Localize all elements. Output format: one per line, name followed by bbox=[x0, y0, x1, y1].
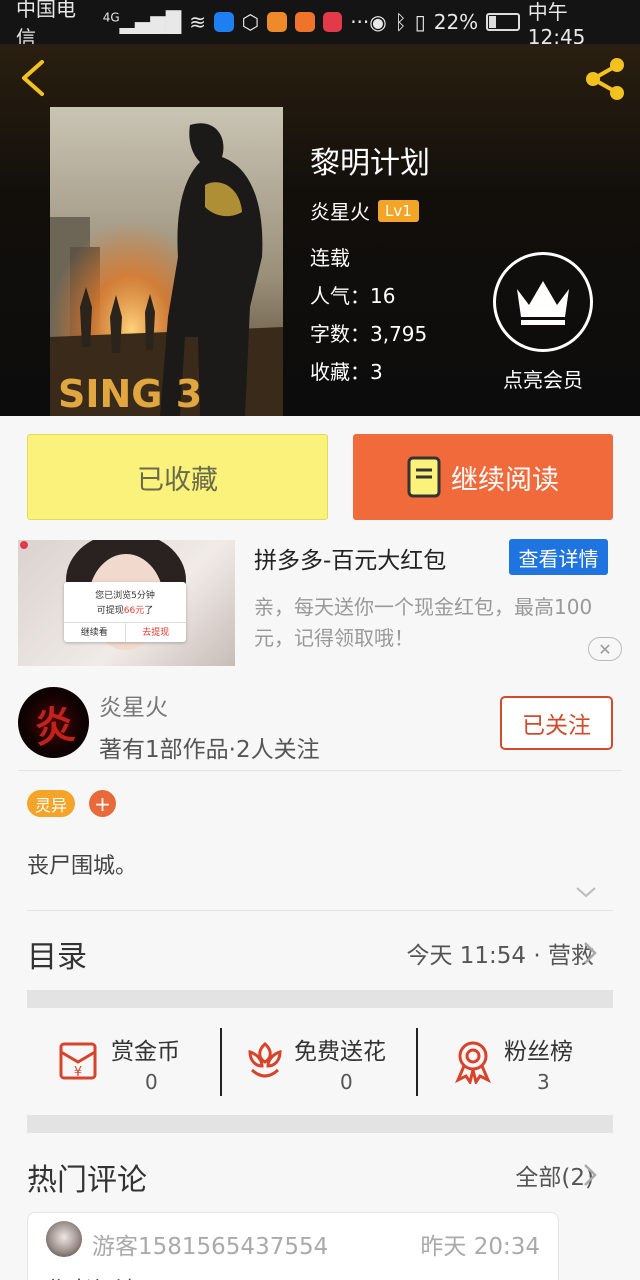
chevron-right-icon[interactable] bbox=[582, 1162, 598, 1188]
share-button[interactable] bbox=[580, 54, 630, 104]
ad-popup-line2: 可提现66元了 bbox=[96, 606, 154, 616]
clock: 中午12:45 bbox=[527, 0, 586, 49]
book-cover[interactable]: SING 3 bbox=[50, 107, 283, 416]
expand-chevron-icon[interactable] bbox=[574, 882, 598, 902]
fans-label: 粉丝榜 bbox=[504, 1039, 573, 1065]
bluetooth-icon: ᛒ bbox=[394, 10, 407, 34]
app-book-icon bbox=[322, 12, 343, 32]
book-title: 黎明计划 bbox=[310, 146, 430, 181]
author-name[interactable]: 炎星火 bbox=[310, 196, 370, 225]
ad-detail-button[interactable]: 查看详情 bbox=[509, 539, 608, 575]
continue-reading-button[interactable]: 继续阅读 bbox=[353, 434, 613, 520]
status-bar: 中国电信 4G▂▄▆█ ≋ ⬡ ··· ◉ ᛒ ▯ 22% 中午12:45 bbox=[0, 0, 640, 50]
ad-description[interactable]: 亲，每天送你一个现金红包，最高100元，记得领取哦！ bbox=[254, 592, 604, 654]
divider bbox=[27, 910, 613, 911]
favorites-count: 收藏：3 bbox=[310, 360, 383, 384]
crown-icon bbox=[517, 281, 569, 325]
follow-button[interactable]: 已关注 bbox=[500, 696, 613, 750]
reward-label: 赏金币 bbox=[111, 1039, 180, 1065]
free-flower[interactable]: 免费送花 0 bbox=[242, 1028, 412, 1096]
collected-button[interactable]: 已收藏 bbox=[27, 434, 328, 520]
vip-label[interactable]: 点亮会员 bbox=[490, 364, 596, 393]
continue-reading-label: 继续阅读 bbox=[451, 464, 559, 496]
flower-value: 0 bbox=[340, 1070, 353, 1094]
battery-percent: 22% bbox=[433, 10, 479, 34]
hexagon-icon: ⬡ bbox=[241, 10, 260, 34]
stat-divider bbox=[220, 1028, 222, 1096]
back-button[interactable] bbox=[14, 58, 54, 98]
author-card-stats: 著有1部作品·2人关注 bbox=[99, 737, 320, 763]
ad-popup-withdraw: 去提现 bbox=[124, 623, 187, 642]
comment-text: 作者加油 bbox=[46, 1271, 138, 1280]
wifi-icon: ≋ bbox=[189, 10, 206, 34]
divider bbox=[18, 770, 622, 771]
battery-icon bbox=[486, 13, 520, 31]
book-header: SING 3 黎明计划 炎星火 Lv1 连载 人气：16 字数：3,795 收藏… bbox=[0, 44, 640, 416]
medal-icon bbox=[455, 1041, 491, 1084]
serial-status: 连载 bbox=[310, 246, 350, 270]
popularity: 人气：16 bbox=[310, 284, 396, 308]
ad-close-button[interactable]: ✕ bbox=[588, 637, 622, 661]
svg-text:¥: ¥ bbox=[74, 1065, 82, 1080]
flower-label: 免费送花 bbox=[294, 1039, 386, 1065]
ad-title[interactable]: 拼多多-百元大红包 bbox=[254, 541, 446, 575]
more-notifications-icon: ··· bbox=[350, 10, 370, 34]
chevron-right-icon[interactable] bbox=[582, 940, 598, 966]
ad-image[interactable]: 您已浏览5分钟 可提现66元了 继续看 去提现 bbox=[18, 540, 235, 666]
ad-popup-line1: 您已浏览5分钟 bbox=[95, 591, 155, 601]
red-envelope-icon: ¥ bbox=[59, 1042, 97, 1080]
signal-icon: 4G▂▄▆█ bbox=[102, 10, 182, 34]
svg-text:SING 3: SING 3 bbox=[58, 372, 202, 416]
eye-icon: ◉ bbox=[369, 10, 387, 34]
vip-button[interactable] bbox=[493, 252, 593, 352]
section-separator bbox=[27, 990, 613, 1008]
commenter-avatar[interactable] bbox=[46, 1221, 82, 1257]
back-arrow-icon bbox=[22, 60, 44, 96]
toc-latest-chapter[interactable]: 今天 11:54 · 营救 bbox=[406, 936, 594, 970]
add-tag-button[interactable]: + bbox=[89, 790, 116, 817]
toc-title[interactable]: 目录 bbox=[27, 932, 87, 976]
ad-popup: 您已浏览5分钟 可提现66元了 继续看 去提现 bbox=[64, 582, 186, 642]
app-play-icon bbox=[294, 12, 315, 32]
level-badge: Lv1 bbox=[378, 199, 419, 222]
word-count: 字数：3,795 bbox=[310, 322, 428, 346]
book-icon bbox=[407, 456, 441, 498]
reward-value: 0 bbox=[145, 1070, 158, 1094]
share-icon bbox=[586, 58, 624, 100]
author-card-name[interactable]: 炎星火 bbox=[99, 688, 168, 722]
app-shield-icon bbox=[213, 12, 234, 32]
author-avatar[interactable]: 炎 bbox=[18, 687, 89, 758]
genre-tag[interactable]: 灵异 bbox=[27, 790, 76, 817]
section-separator bbox=[27, 1115, 613, 1133]
reward-coins[interactable]: ¥ 赏金币 0 bbox=[55, 1028, 205, 1096]
author-row: 炎星火 Lv1 bbox=[310, 196, 419, 225]
vibrate-icon: ▯ bbox=[414, 10, 426, 34]
stat-divider bbox=[416, 1028, 418, 1096]
fans-ranking[interactable]: 粉丝榜 3 bbox=[450, 1028, 600, 1096]
commenter-name[interactable]: 游客1581565437554 bbox=[92, 1227, 328, 1261]
flower-icon bbox=[248, 1042, 282, 1078]
book-intro: 丧尸围城。 bbox=[27, 854, 138, 879]
comment-card[interactable]: 游客1581565437554 昨天 20:34 作者加油 bbox=[27, 1212, 559, 1280]
fans-value: 3 bbox=[537, 1070, 550, 1094]
comment-time: 昨天 20:34 bbox=[420, 1234, 540, 1260]
hot-comments-title: 热门评论 bbox=[27, 1163, 147, 1198]
ad-popup-continue: 继续看 bbox=[80, 628, 108, 638]
app-heart-icon bbox=[267, 12, 287, 32]
